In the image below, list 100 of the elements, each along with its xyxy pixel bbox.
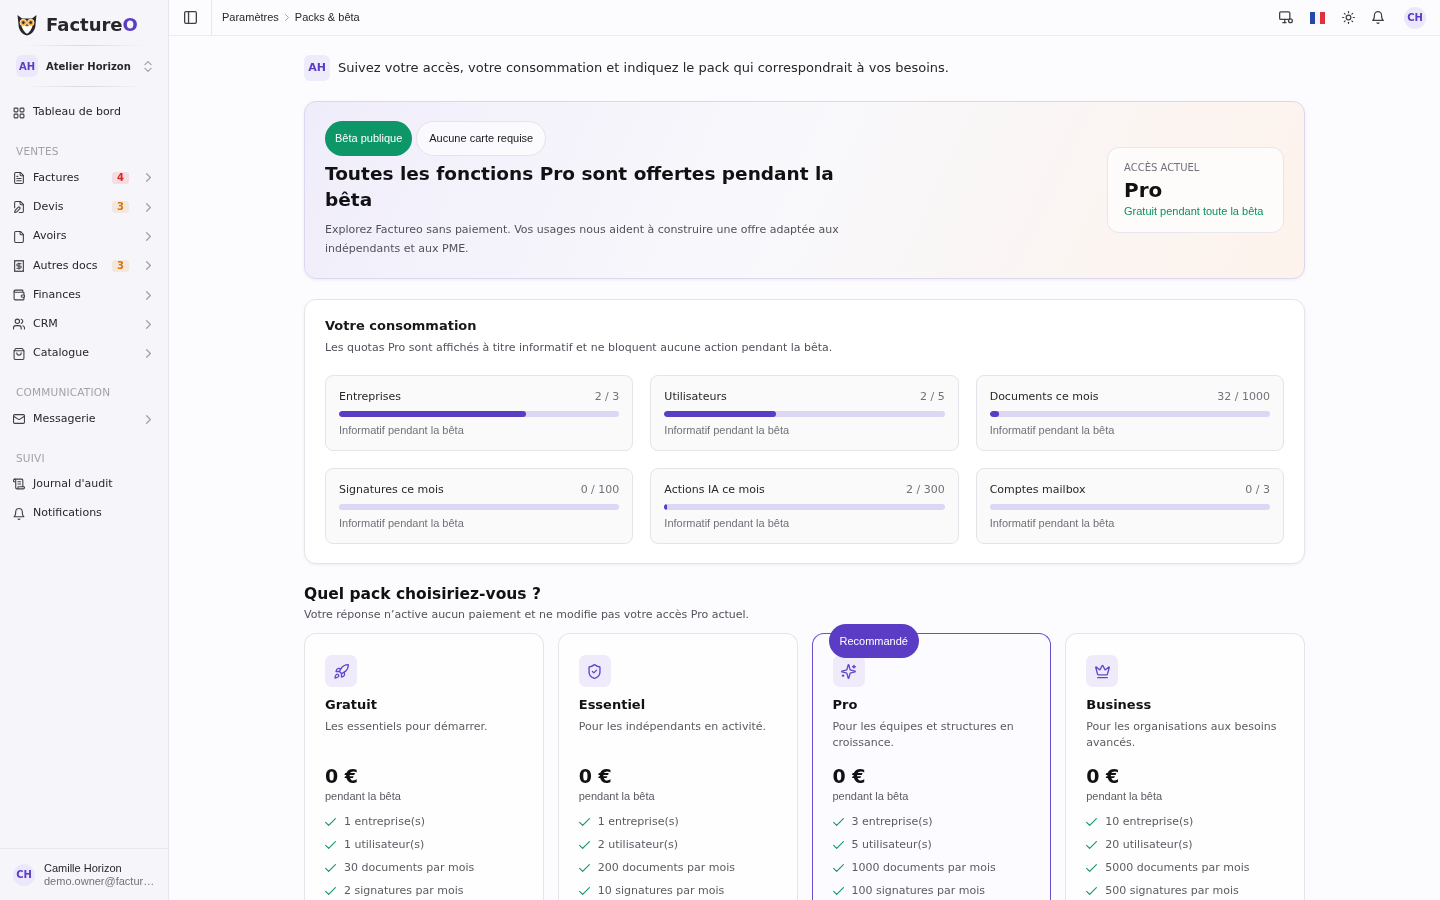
price-note: pendant la bêta [832,789,910,803]
bell-icon[interactable] [1372,11,1384,24]
plan-price: 0 € [578,764,613,788]
sidebar-item[interactable]: Messagerie [0,404,168,434]
usage-note: Informatif pendant la bêta [989,423,1116,437]
feature-text: 30 documents par mois [344,861,475,875]
feature-text: 500 signatures par mois [1105,884,1239,898]
section-heading: Votre consommation [325,318,478,334]
user-avatar[interactable]: CH [13,863,35,886]
sidebar-item[interactable]: Avoirs [0,221,168,252]
feature-text: 3 entreprise(s) [851,815,933,829]
section-subtitle: Votre réponse n’active aucun paiement et ne modifie pas votre accès Pro actuel. [304,607,751,623]
sidebar-item[interactable]: Finances [0,280,168,310]
access-note: Gratuit pendant toute la bêta [1124,204,1265,218]
access-label: ACCÈS ACTUEL [1124,161,1201,175]
usage-reading: 2 / 3 [594,388,620,405]
section-subtitle: Les quotas Pro sont affichés à titre informatif et ne bloquent aucune action pendant la bêta. [325,340,834,356]
access-plan: Pro [1124,177,1164,203]
mail-icon [13,413,25,425]
section-heading: Quel pack choisiriez-vous ? [304,584,542,604]
plan-name: Gratuit [325,697,378,713]
sidebar-item[interactable]: Devis 3 [0,192,168,222]
price-note: pendant la bêta [578,789,656,803]
section-title: SUIVI [15,450,46,466]
plan-price: 0 € [1086,764,1121,788]
plan-card[interactable]: Business Pour les organisations aux besoins avancés. 0 € pendant la bêta 10 entreprise(s) 20 utilisateur(s) 5000 documents par mois 500 signatures par mois [1065,633,1305,900]
check-icon [578,841,590,849]
sidebar-toggle-icon[interactable] [184,11,197,24]
plan-price: 0 € [325,764,360,788]
check-icon [1086,887,1098,895]
feature-text: 1 entreprise(s) [344,815,425,829]
check-icon [1086,818,1098,826]
grid-icon [13,106,25,119]
plan-card[interactable]: Essentiel Pour les indépendants en activité. 0 € pendant la bêta 1 entreprise(s) 2 utilisateur(s) 200 documents par mois 10 signatures par mois [557,633,798,900]
feature-text: 100 signatures par mois [851,884,985,898]
hero-title: Toutes les fonctions Pro sont offertes pendant la bêta [325,162,835,212]
breadcrumb-link[interactable]: Paramètres [222,9,279,26]
check-icon [1086,841,1098,849]
owl-icon [17,14,37,36]
usage-note: Informatif pendant la bêta [339,516,465,530]
check-icon [325,841,336,849]
scroll-icon [13,478,25,491]
sidebar-item[interactable]: Notifications [0,498,168,529]
plan-description: Pour les organisations aux besoins avancés. [1086,719,1278,751]
sidebar-item[interactable]: Catalogue [0,339,168,369]
feature-text: 20 utilisateur(s) [1105,838,1193,852]
intro-text: Suivez votre accès, votre consommation et indiquez le pack qui correspondrait à vos besoins. [338,59,949,78]
crown-icon [1086,655,1119,687]
plan-description: Les essentiels pour démarrer. [325,719,489,735]
plan-name: Pro [832,697,859,713]
plan-description: Pour les équipes et structures en croissance. [832,719,1015,751]
user-avatar[interactable]: CH [1404,6,1426,29]
user-name: Camille Horizon [44,861,123,875]
usage-label: Documents ce mois [989,388,1099,405]
workspace-switcher[interactable]: AH Atelier Horizon [16,55,152,77]
shield-check-icon [578,655,611,687]
chevron-right-icon [284,14,289,21]
check-icon [578,864,590,872]
sidebar-item[interactable]: CRM [0,309,168,340]
count-badge: 3 [112,259,129,272]
breadcrumb-current: Packs & bêta [294,10,360,26]
usage-reading: 0 / 100 [580,481,620,498]
receipt-icon [13,259,25,272]
check-icon [832,818,844,826]
section-title: COMMUNICATION [15,385,112,401]
check-icon [832,864,844,872]
tag: Bêta publique [325,121,413,156]
section-title: VENTES [15,144,60,160]
plan-card[interactable]: Gratuit Les essentiels pour démarrer. 0 € pendant la bêta 1 entreprise(s) 1 utilisateur(s) 30 documents par mois 2 signatures par mois [304,633,544,900]
account-avatar: AH [304,55,330,81]
feature-text: 10 entreprise(s) [1105,815,1194,829]
feature-text: 10 signatures par mois [597,884,725,898]
tag: Aucune carte requise [416,121,547,156]
flag-icon[interactable] [1310,11,1325,24]
usage-reading: 2 / 300 [905,481,945,498]
sidebar-item[interactable]: Factures 4 [0,163,168,193]
feature-text: 1 utilisateur(s) [344,838,425,852]
feature-text: 1 entreprise(s) [597,815,679,829]
workspace-avatar: AH [16,55,38,77]
sidebar-item[interactable]: Tableau de bord [0,98,168,128]
sun-icon[interactable] [1342,11,1355,24]
sidebar-item[interactable]: Journal d'audit [0,469,168,499]
sidebar-item[interactable]: Autres docs 3 [0,251,168,281]
rocket-icon [325,655,357,687]
plan-name: Business [1086,697,1153,713]
usage-note: Informatif pendant la bêta [664,516,791,530]
usage-note: Informatif pendant la bêta [664,423,791,437]
check-icon [832,887,844,895]
chevrons-up-down-icon [144,60,152,72]
plan-name: Essentiel [578,697,647,713]
count-badge: 3 [112,201,129,214]
bell-icon [13,507,25,520]
usage-reading: 32 / 1000 [1217,388,1270,405]
usage-note: Informatif pendant la bêta [339,423,465,437]
count-badge: 4 [112,171,129,184]
monitor-icon[interactable] [1279,11,1293,24]
usage-label: Entreprises [339,388,402,405]
feature-text: 2 signatures par mois [344,884,464,898]
feature-text: 2 utilisateur(s) [597,838,679,852]
feature-text: 1000 documents par mois [851,861,996,875]
